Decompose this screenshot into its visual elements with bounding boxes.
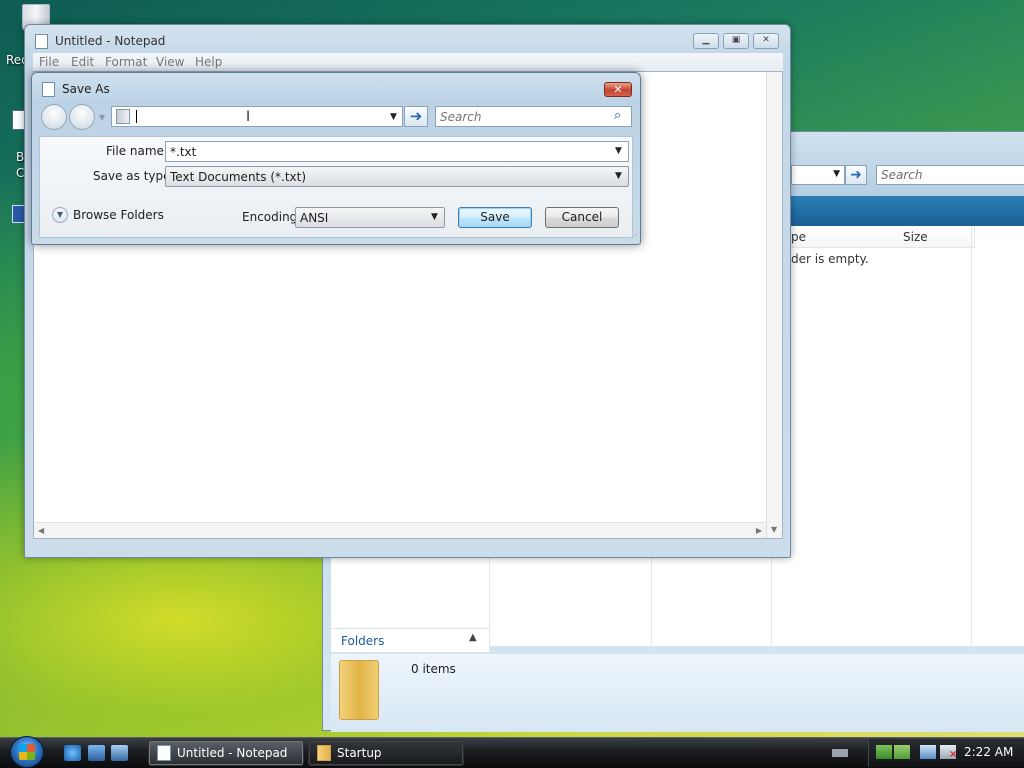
save-button[interactable]: Save: [458, 207, 532, 228]
menu-view[interactable]: View: [156, 55, 184, 69]
menu-help[interactable]: Help: [195, 55, 222, 69]
vertical-scrollbar[interactable]: ▼: [766, 72, 782, 538]
volume-muted-icon[interactable]: ×: [940, 745, 958, 760]
save-type-label: Save as type:: [93, 169, 175, 183]
switch-windows-icon[interactable]: [111, 745, 128, 761]
chevron-down-icon: ▼: [431, 212, 438, 222]
resize-grip-icon[interactable]: ⋰: [629, 233, 637, 242]
arrow-right-icon: ➜: [850, 167, 862, 183]
windows-logo-icon: [19, 744, 35, 760]
arrow-right-icon: ➜: [409, 107, 423, 125]
cancel-button[interactable]: Cancel: [545, 207, 619, 228]
column-header-type[interactable]: pe: [785, 226, 903, 248]
menu-bar: File Edit Format View Help: [33, 53, 783, 71]
menu-format[interactable]: Format: [105, 55, 147, 69]
network-icon[interactable]: [920, 745, 936, 759]
taskbar-item-startup[interactable]: Startup: [308, 740, 464, 766]
folders-label: Folders: [341, 634, 385, 648]
keyboard-icon[interactable]: [832, 749, 848, 757]
column-divider: [971, 226, 972, 652]
close-icon: ✕: [613, 83, 623, 96]
items-count: 0 items: [411, 662, 456, 676]
address-bar[interactable]: I ▼: [111, 106, 403, 127]
chevron-down-icon[interactable]: ▼: [615, 146, 622, 156]
close-icon: ✕: [762, 35, 770, 45]
file-name-field[interactable]: ▼: [165, 141, 629, 162]
notepad-icon: [35, 34, 48, 49]
taskbar-item-label: Untitled - Notepad: [177, 746, 288, 760]
scroll-right-icon[interactable]: ▶: [756, 526, 762, 535]
encoding-value: ANSI: [300, 211, 329, 225]
scroll-left-icon[interactable]: ◀: [38, 526, 44, 535]
scroll-down-icon[interactable]: ▼: [771, 525, 777, 534]
go-button[interactable]: ➜: [404, 106, 428, 127]
save-type-value: Text Documents (*.txt): [170, 170, 307, 184]
forward-button[interactable]: [69, 104, 95, 130]
file-name-input[interactable]: [170, 143, 600, 160]
mouse-ibeam-cursor-icon: I: [246, 109, 251, 125]
folders-pane-toggle[interactable]: Folders: [331, 628, 489, 652]
browse-folders-toggle[interactable]: ▼: [52, 207, 68, 223]
file-name-label: File name:: [106, 144, 168, 158]
dialog-title: Save As: [62, 82, 110, 96]
desktop-icon-label-1: B: [16, 150, 25, 164]
save-type-select[interactable]: Text Documents (*.txt) ▼: [165, 166, 629, 187]
notepad-icon: [157, 745, 171, 761]
save-as-dialog[interactable]: Save As ✕ ▼ I ▼ ➜ ⌕ File name: ▼ Save as…: [31, 72, 641, 245]
recent-pages-dropdown-icon[interactable]: ▼: [99, 113, 105, 122]
show-desktop-icon[interactable]: [88, 745, 105, 761]
search-box[interactable]: ⌕: [435, 106, 632, 127]
address-input[interactable]: [134, 108, 374, 125]
folder-icon: [339, 660, 379, 720]
encoding-label: Encoding:: [242, 210, 302, 224]
clock[interactable]: 2:22 AM: [964, 745, 1013, 759]
browse-folders-label[interactable]: Browse Folders: [73, 208, 164, 222]
folder-icon: [317, 745, 331, 761]
maximize-icon: ▣: [731, 35, 741, 45]
minimize-icon: ▁: [702, 35, 710, 45]
mute-x-icon: ×: [949, 749, 958, 760]
chevron-down-icon: ▼: [615, 171, 622, 181]
menu-edit[interactable]: Edit: [71, 55, 94, 69]
dialog-body: File name: ▼ Save as type: Text Document…: [39, 136, 633, 238]
taskbar-item-label: Startup: [337, 746, 382, 760]
minimize-button[interactable]: ▁: [693, 33, 719, 49]
chevron-down-icon: ▼: [56, 210, 64, 219]
explorer-search-input[interactable]: Search: [876, 165, 1024, 185]
taskbar-item-notepad[interactable]: Untitled - Notepad: [148, 740, 304, 766]
search-input[interactable]: [440, 108, 610, 125]
location-icon: [116, 109, 130, 124]
encoding-select[interactable]: ANSI ▼: [295, 207, 445, 228]
empty-folder-message: der is empty.: [791, 252, 869, 266]
menu-file[interactable]: File: [39, 55, 59, 69]
internet-explorer-icon[interactable]: [64, 745, 81, 761]
maximize-button[interactable]: ▣: [723, 33, 749, 49]
text-caret: [136, 110, 137, 123]
notepad-icon: [42, 82, 55, 97]
chevron-down-icon[interactable]: ▼: [390, 112, 397, 122]
back-button[interactable]: [41, 104, 67, 130]
horizontal-scrollbar[interactable]: ◀ ▶: [34, 522, 766, 538]
close-button[interactable]: ✕: [753, 33, 779, 49]
column-header-size[interactable]: Size: [897, 226, 975, 248]
safely-remove-icon[interactable]: [876, 745, 892, 759]
dialog-close-button[interactable]: ✕: [604, 82, 632, 97]
security-center-icon[interactable]: [894, 745, 910, 759]
explorer-address-dropdown[interactable]: ▼: [791, 165, 845, 185]
search-icon[interactable]: ⌕: [614, 108, 621, 123]
chevron-down-icon: ▼: [833, 169, 840, 179]
chevron-up-icon[interactable]: ▲: [469, 632, 477, 643]
window-title: Untitled - Notepad: [55, 34, 166, 48]
explorer-go-button[interactable]: ➜: [845, 165, 867, 185]
